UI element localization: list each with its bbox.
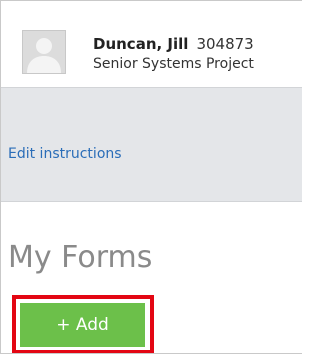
user-silhouette-icon [23, 31, 65, 73]
user-name: Duncan, Jill [93, 35, 189, 53]
user-job-title: Senior Systems Project [93, 56, 254, 72]
my-forms-heading: My Forms [8, 240, 153, 275]
instructions-band [1, 87, 302, 202]
edit-instructions-link[interactable]: Edit instructions [8, 146, 122, 163]
user-name-line: Duncan, Jill 304873 [93, 35, 254, 53]
avatar [22, 30, 66, 74]
user-profile-header: Duncan, Jill 304873 Senior Systems Projec… [1, 1, 302, 87]
add-form-button[interactable]: + Add [20, 303, 145, 347]
employee-id: 304873 [196, 35, 254, 53]
page-frame: Duncan, Jill 304873 Senior Systems Projec… [0, 0, 302, 354]
